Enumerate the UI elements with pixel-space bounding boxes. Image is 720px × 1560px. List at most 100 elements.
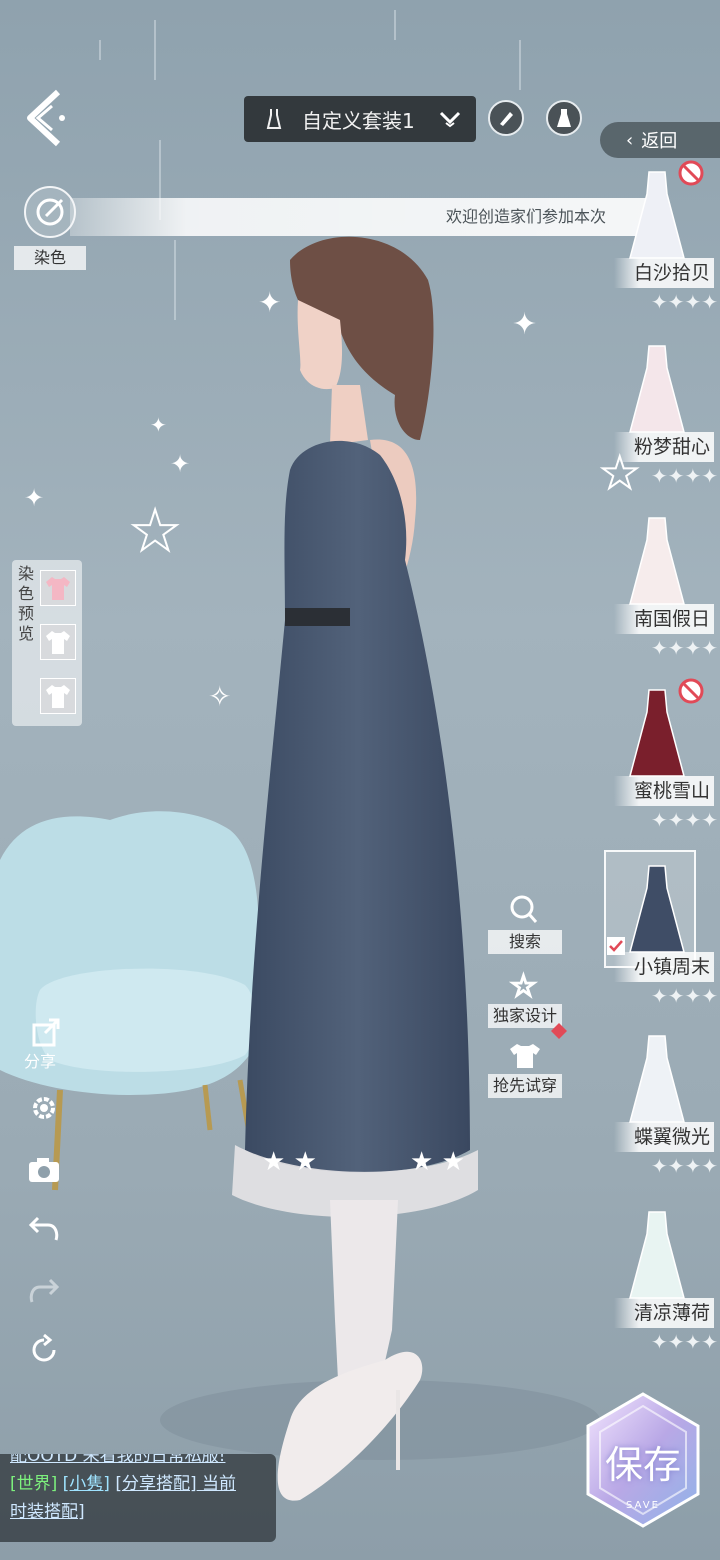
outfit-item[interactable]: 白沙拾贝 ✦✦✦✦: [600, 160, 720, 336]
outfit-thumbnail: [629, 1035, 685, 1123]
share-icon: [32, 1018, 60, 1047]
chat-user[interactable]: [小隽]: [63, 1474, 110, 1494]
reset-button[interactable]: [24, 1330, 64, 1370]
chat-msg-rest: 当前: [196, 1474, 237, 1494]
svg-text:✦: ✦: [150, 413, 167, 437]
dye-label: 染色: [14, 246, 86, 270]
palette-icon: [36, 198, 64, 226]
svg-text:✦: ✦: [512, 307, 537, 342]
outfit-name: 南国假日: [614, 604, 714, 634]
dye-swatch-2[interactable]: [40, 624, 76, 660]
dress-icon: [266, 109, 282, 129]
svg-text:✦: ✦: [24, 484, 44, 512]
exclusive-design-button[interactable]: ☆ 独家设计: [488, 966, 567, 1039]
dye-button[interactable]: [24, 186, 76, 238]
svg-text:✧: ✧: [208, 680, 231, 713]
redo-button[interactable]: [24, 1270, 64, 1310]
shirt-icon: [46, 631, 70, 654]
settings-button[interactable]: [24, 1088, 64, 1128]
camera-button[interactable]: [24, 1150, 64, 1190]
search-label: 搜索: [488, 930, 562, 954]
shirt-icon: [46, 577, 70, 600]
outfit-thumbnail: [629, 517, 685, 605]
outfit-selector[interactable]: 自定义套装1: [244, 96, 476, 142]
outfit-thumbnail: [629, 1211, 685, 1299]
outfit-rating: ✦✦✦✦: [650, 1154, 718, 1178]
character: ★ ★ ★ ★: [232, 236, 478, 1501]
share-label: 分享: [24, 1052, 57, 1071]
svg-text:✦: ✦: [258, 286, 281, 319]
camera-icon: [29, 1158, 59, 1182]
outfit-name: 白沙拾贝: [614, 258, 714, 288]
announcement-marquee: 欢迎创造家们参加本次: [70, 198, 650, 236]
search-button[interactable]: 搜索: [488, 892, 562, 954]
outfit-item[interactable]: 粉梦甜心 ✦✦✦✦: [600, 340, 720, 510]
search-icon: [510, 895, 538, 923]
dye-swatch-1[interactable]: [40, 570, 76, 606]
undo-button[interactable]: [24, 1208, 64, 1248]
chevron-left-icon: ‹: [626, 129, 634, 151]
share-button[interactable]: [26, 1012, 66, 1052]
back-button[interactable]: [24, 86, 72, 150]
unavailable-icon: [678, 678, 704, 704]
dress-icon: [557, 109, 571, 127]
save-sublabel: SAVE: [626, 1500, 660, 1511]
outfit-item[interactable]: 清凉薄荷 ✦✦✦✦: [600, 1206, 720, 1376]
marquee-text: 欢迎创造家们参加本次: [446, 207, 607, 226]
chat-line-0: 配OOTD 来看我的日常私服!: [10, 1454, 226, 1466]
svg-text:★ ★: ★ ★: [262, 1147, 317, 1177]
outfit-rating: ✦✦✦✦: [650, 464, 718, 488]
gear-icon: [33, 1097, 55, 1119]
outfit-thumbnail: [629, 865, 685, 953]
outfit-name: 蝶翼微光: [614, 1122, 714, 1152]
dye-preview-label: 染色预览: [17, 564, 34, 643]
outfit-item[interactable]: 小镇周末 ✦✦✦✦: [600, 850, 720, 1030]
back-arrow-icon: [27, 89, 65, 147]
outfit-name: 蜜桃雪山: [614, 776, 714, 806]
svg-text:★ ★: ★ ★: [410, 1147, 465, 1177]
outfit-item[interactable]: 蜜桃雪山 ✦✦✦✦: [600, 678, 720, 854]
save-button[interactable]: 保存 SAVE: [582, 1390, 704, 1530]
game-scene: ★ ★ ★ ★ ✦ ✦ ✦ ✦ ✦ ★ ★ ✧ 自定义套装1 ‹ 返回 欢迎创造…: [0, 0, 720, 1560]
outfit-rating: ✦✦✦✦: [650, 1330, 718, 1354]
outfit-rating: ✦✦✦✦: [650, 636, 718, 660]
shirt-icon: [510, 1044, 540, 1068]
chair: [0, 811, 260, 1191]
checkbox-icon: [607, 937, 625, 955]
outfit-rating: ✦✦✦✦: [650, 984, 718, 1008]
outfit-rating: ✦✦✦✦: [650, 290, 718, 314]
outfit-name: 清凉薄荷: [614, 1298, 714, 1328]
chevron-down-icon: [439, 111, 461, 128]
outfit-name: 粉梦甜心: [614, 432, 714, 462]
refresh-icon: [32, 1334, 56, 1362]
outfit-item[interactable]: 南国假日 ✦✦✦✦: [600, 512, 720, 682]
chat-channel: [世界]: [10, 1474, 58, 1494]
outfit-name: 小镇周末: [614, 952, 714, 982]
try-on-button[interactable]: 抢先试穿: [488, 1036, 562, 1098]
pen-icon: [500, 112, 513, 126]
outfit-thumbnail: [629, 345, 685, 433]
shirt-icon: [46, 685, 70, 708]
chat-share-link[interactable]: [分享搭配]: [115, 1474, 196, 1494]
try-on-label: 抢先试穿: [488, 1074, 562, 1098]
chat-line-1: [世界] [小隽] [分享搭配] 当前: [10, 1470, 266, 1498]
return-button[interactable]: ‹ 返回: [600, 122, 720, 158]
dye-preview-panel: 染色预览: [12, 560, 82, 726]
chat-line-2: 时装搭配]: [10, 1502, 85, 1522]
outfit-item[interactable]: 蝶翼微光 ✦✦✦✦: [600, 1030, 720, 1200]
outfit-name: 自定义套装1: [302, 108, 415, 133]
redo-icon: [29, 1278, 60, 1303]
svg-text:✦: ✦: [170, 450, 190, 478]
dye-swatch-3[interactable]: [40, 678, 76, 714]
svg-text:☆: ☆: [510, 969, 537, 1002]
chat-box[interactable]: 配OOTD 来看我的日常私服! [世界] [小隽] [分享搭配] 当前 时装搭配…: [0, 1454, 276, 1542]
edit-outfit-button[interactable]: [488, 100, 524, 136]
save-label: 保存: [604, 1443, 681, 1487]
svg-text:★: ★: [130, 499, 180, 564]
dress-view-button[interactable]: [546, 100, 582, 136]
outfit-rating: ✦✦✦✦: [650, 808, 718, 832]
star-outline-icon: ☆: [509, 968, 538, 1005]
undo-icon: [28, 1216, 59, 1241]
unavailable-icon: [678, 160, 704, 186]
return-label: 返回: [641, 131, 678, 152]
